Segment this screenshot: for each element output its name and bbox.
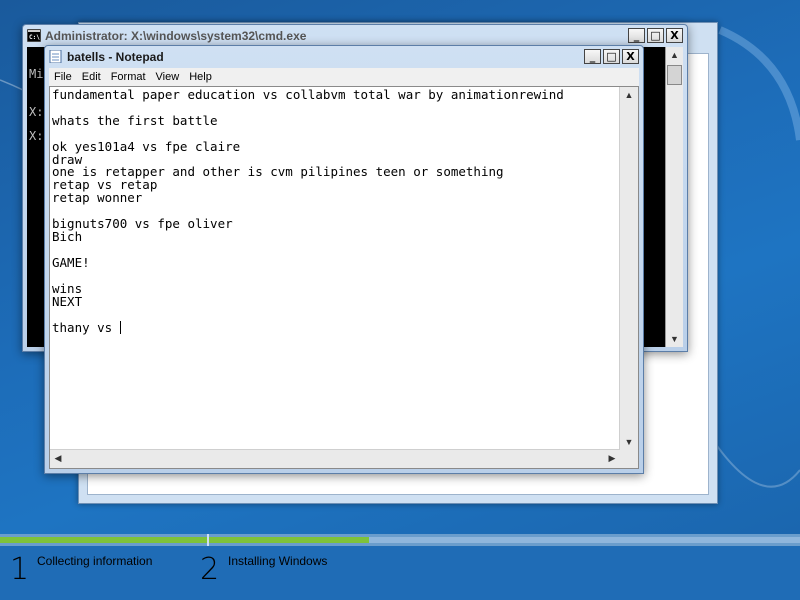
text-line: wins: [52, 280, 83, 296]
text-line: [52, 308, 618, 321]
text-editor[interactable]: fundamental paper education vs collabvm …: [49, 86, 639, 469]
scroll-up-arrow-icon[interactable]: ▲: [620, 87, 638, 103]
editor-text[interactable]: fundamental paper education vs collabvm …: [52, 89, 618, 450]
scroll-down-arrow-icon[interactable]: ▼: [620, 434, 638, 450]
text-line: [52, 270, 618, 283]
text-line: retap wonner: [52, 190, 143, 206]
notepad-title: batells - Notepad: [67, 50, 164, 64]
notepad-titlebar[interactable]: batells - Notepad _ □ X: [45, 46, 643, 68]
step-label: Collecting information: [37, 554, 153, 568]
step-1-progress: [0, 537, 207, 543]
notepad-icon: [49, 50, 62, 63]
scroll-right-arrow-icon[interactable]: ▶: [604, 450, 620, 466]
text-line: whats the first battle: [52, 112, 218, 128]
close-button[interactable]: X: [622, 49, 639, 64]
vertical-scrollbar[interactable]: ▲ ▼: [619, 87, 638, 450]
setup-steps: 1 Collecting information 2 Installing Wi…: [0, 546, 800, 600]
text-line: [52, 244, 618, 257]
menu-help[interactable]: Help: [184, 71, 217, 83]
cmd-line: Mi: [29, 67, 44, 81]
text-line: NEXT: [52, 293, 83, 309]
close-button[interactable]: X: [666, 28, 683, 43]
cmd-icon: C:\: [27, 29, 41, 42]
notepad-window[interactable]: batells - Notepad _ □ X File Edit Format…: [44, 45, 644, 474]
step-label: Installing Windows: [228, 554, 328, 568]
text-line: ok yes101a4 vs fpe claire: [52, 138, 241, 154]
scroll-thumb[interactable]: [667, 65, 682, 85]
step-number: 2: [200, 552, 220, 587]
scroll-up-arrow-icon[interactable]: ▲: [666, 47, 683, 63]
minimize-button[interactable]: _: [628, 28, 645, 43]
scroll-left-arrow-icon[interactable]: ◀: [50, 450, 66, 466]
step-2-progress: [209, 537, 800, 543]
menu-file[interactable]: File: [49, 71, 77, 83]
step-1-progress-fill: [0, 537, 207, 543]
menu-view[interactable]: View: [151, 71, 185, 83]
step-number: 1: [10, 552, 30, 587]
cmd-titlebar[interactable]: C:\ Administrator: X:\windows\system32\c…: [23, 25, 687, 47]
minimize-button[interactable]: _: [584, 49, 601, 64]
cmd-line: X:: [29, 129, 44, 143]
text-line: fundamental paper education vs collabvm …: [52, 89, 564, 102]
cmd-scrollbar[interactable]: ▲ ▼: [665, 47, 683, 347]
scroll-down-arrow-icon[interactable]: ▼: [666, 331, 683, 347]
menu-format[interactable]: Format: [106, 71, 151, 83]
cmd-title: Administrator: X:\windows\system32\cmd.e…: [45, 29, 307, 43]
size-grip[interactable]: [620, 450, 638, 468]
text-caret: [119, 321, 121, 335]
menu-bar: File Edit Format View Help: [49, 68, 639, 86]
text-line: Bich: [52, 228, 83, 244]
step-2-progress-fill: [209, 537, 369, 543]
menu-edit[interactable]: Edit: [77, 71, 106, 83]
cmd-line: X:: [29, 105, 44, 119]
maximize-button[interactable]: □: [603, 49, 620, 64]
text-line: thany vs: [52, 320, 121, 336]
horizontal-scrollbar[interactable]: ◀ ▶: [50, 449, 620, 468]
setup-progress-strip: [0, 534, 800, 546]
svg-text:C:\: C:\: [29, 34, 40, 41]
text-line: GAME!: [52, 254, 90, 270]
text-line: bignuts700 vs fpe oliver: [52, 216, 233, 232]
maximize-button[interactable]: □: [647, 28, 664, 43]
